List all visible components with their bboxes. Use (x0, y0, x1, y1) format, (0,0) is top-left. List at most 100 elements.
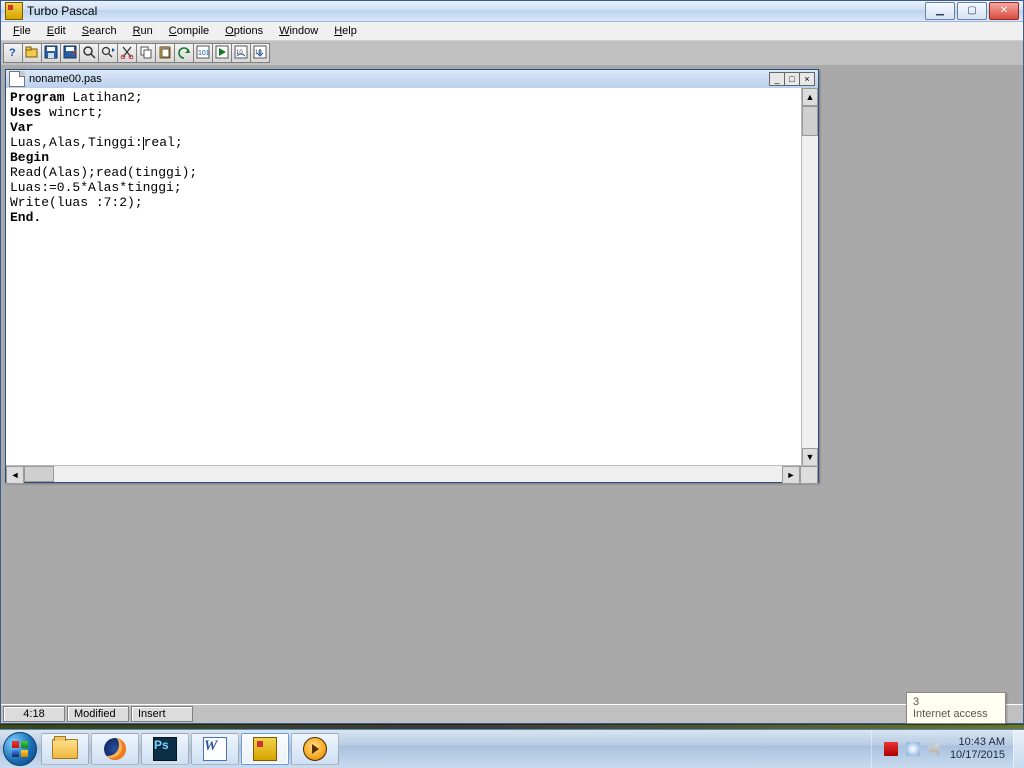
menu-compile[interactable]: Compile (161, 24, 217, 38)
editor-titlebar[interactable]: noname00.pas _ □ × (6, 70, 818, 89)
child-minimize-button[interactable]: _ (769, 72, 785, 86)
keyword: Var (10, 120, 33, 135)
child-close-button[interactable]: × (799, 72, 815, 86)
close-button[interactable]: ✕ (989, 2, 1019, 20)
save-icon (44, 45, 58, 62)
toolbar-help-button[interactable]: ? (3, 43, 23, 63)
keyword: Begin (10, 150, 49, 165)
menu-window[interactable]: Window (271, 24, 326, 38)
scroll-corner (800, 466, 818, 484)
code-line[interactable]: Luas,Alas,Tinggi:real; (10, 135, 797, 150)
toolbar-cut-button[interactable] (117, 43, 137, 63)
code-line[interactable]: Luas:=0.5*Alas*tinggi; (10, 180, 797, 195)
system-tray: 10:43 AM 10/17/2015 (871, 730, 1013, 768)
start-button[interactable] (0, 730, 40, 768)
document-filename: noname00.pas (29, 73, 102, 85)
titlebar[interactable]: Turbo Pascal ▁ ▢ ✕ (1, 1, 1023, 22)
paste-icon (158, 45, 172, 62)
code-text: Write(luas :7:2); (10, 195, 143, 210)
code-text: Luas:=0.5*Alas*tinggi; (10, 180, 182, 195)
document-icon (9, 71, 25, 87)
clock[interactable]: 10:43 AM 10/17/2015 (950, 736, 1007, 762)
help-icon: ? (6, 45, 20, 62)
keyword: End. (10, 210, 41, 225)
code-line[interactable]: Var (10, 120, 797, 135)
run-icon (215, 45, 229, 62)
taskbar-item-word[interactable]: W (191, 733, 239, 765)
status-insert: Insert (131, 706, 193, 722)
word-icon: W (203, 737, 227, 761)
child-maximize-button[interactable]: □ (784, 72, 800, 86)
horizontal-scroll-track[interactable] (24, 466, 782, 482)
turbo-pascal-icon (253, 737, 277, 761)
toolbar-save-button[interactable] (41, 43, 61, 63)
tray-network-icon[interactable] (906, 742, 920, 756)
firefox-icon (104, 738, 126, 760)
code-line[interactable]: Begin (10, 150, 797, 165)
toolbar-copy-button[interactable] (136, 43, 156, 63)
step-over-icon: 10 (234, 45, 248, 62)
tray-volume-icon[interactable] (928, 742, 942, 756)
tooltip-line2: Internet access (913, 708, 999, 720)
horizontal-scrollbar[interactable]: ◄ ► (6, 465, 818, 482)
code-line[interactable]: End. (10, 210, 797, 225)
toolbar-open-button[interactable] (22, 43, 42, 63)
show-desktop-button[interactable] (1013, 730, 1024, 768)
toolbar-trace-into-button[interactable]: 10 (250, 43, 270, 63)
horizontal-scroll-thumb[interactable] (24, 466, 54, 482)
statusbar: 4:18 Modified Insert (1, 704, 1023, 723)
toolbar-step-over-button[interactable]: 10 (231, 43, 251, 63)
app-icon (5, 2, 23, 20)
maximize-button[interactable]: ▢ (957, 2, 987, 20)
menu-options[interactable]: Options (217, 24, 271, 38)
menu-file[interactable]: File (5, 24, 39, 38)
vertical-scroll-thumb[interactable] (802, 106, 818, 136)
svg-text:?: ? (9, 47, 16, 59)
toolbar-run-button[interactable] (212, 43, 232, 63)
status-modified: Modified (67, 706, 129, 722)
menu-help[interactable]: Help (326, 24, 365, 38)
toolbar-find-button[interactable] (79, 43, 99, 63)
toolbar-paste-button[interactable] (155, 43, 175, 63)
taskbar-item-firefox[interactable] (91, 733, 139, 765)
toolbar: ? 101 10 10 (1, 41, 1023, 66)
taskbar-item-turbo-pascal[interactable] (241, 733, 289, 765)
menu-run[interactable]: Run (125, 24, 161, 38)
scroll-up-button[interactable]: ▲ (802, 88, 818, 106)
taskbar-item-aimp[interactable] (291, 733, 339, 765)
editor-window: noname00.pas _ □ × Program Latihan2;Uses… (5, 69, 819, 483)
code-text: wincrt; (41, 105, 103, 120)
scroll-right-button[interactable]: ► (782, 466, 800, 484)
code-line[interactable]: Program Latihan2; (10, 90, 797, 105)
app-window: Turbo Pascal ▁ ▢ ✕ FileEditSearchRunComp… (0, 0, 1024, 724)
trace-into-icon: 10 (253, 45, 267, 62)
code-line[interactable]: Uses wincrt; (10, 105, 797, 120)
code-text: Latihan2; (65, 90, 143, 105)
taskbar-item-photoshop[interactable]: Ps (141, 733, 189, 765)
file-explorer-icon (52, 739, 78, 759)
cut-icon (120, 45, 134, 62)
vertical-scrollbar[interactable]: ▲ ▼ (801, 88, 818, 466)
tray-flag-icon[interactable] (884, 742, 898, 756)
menu-search[interactable]: Search (74, 24, 125, 38)
open-icon (25, 45, 39, 62)
copy-icon (139, 45, 153, 62)
scroll-left-button[interactable]: ◄ (6, 466, 24, 484)
scroll-down-button[interactable]: ▼ (802, 448, 818, 466)
code-line[interactable]: Read(Alas);read(tinggi); (10, 165, 797, 180)
app-title: Turbo Pascal (27, 4, 97, 18)
toolbar-compile-button[interactable]: 101 (193, 43, 213, 63)
menubar: FileEditSearchRunCompileOptionsWindowHel… (1, 22, 1023, 41)
code-editor[interactable]: Program Latihan2;Uses wincrt;VarLuas,Ala… (6, 88, 801, 466)
clock-date: 10/17/2015 (950, 749, 1005, 762)
minimize-button[interactable]: ▁ (925, 2, 955, 20)
svg-text:101: 101 (198, 50, 210, 57)
keyword: Uses (10, 105, 41, 120)
code-line[interactable]: Write(luas :7:2); (10, 195, 797, 210)
menu-edit[interactable]: Edit (39, 24, 74, 38)
toolbar-undo-button[interactable] (174, 43, 194, 63)
toolbar-save-as-button[interactable] (60, 43, 80, 63)
taskbar-item-file-explorer[interactable] (41, 733, 89, 765)
vertical-scroll-track[interactable] (802, 106, 818, 448)
toolbar-find-again-button[interactable] (98, 43, 118, 63)
